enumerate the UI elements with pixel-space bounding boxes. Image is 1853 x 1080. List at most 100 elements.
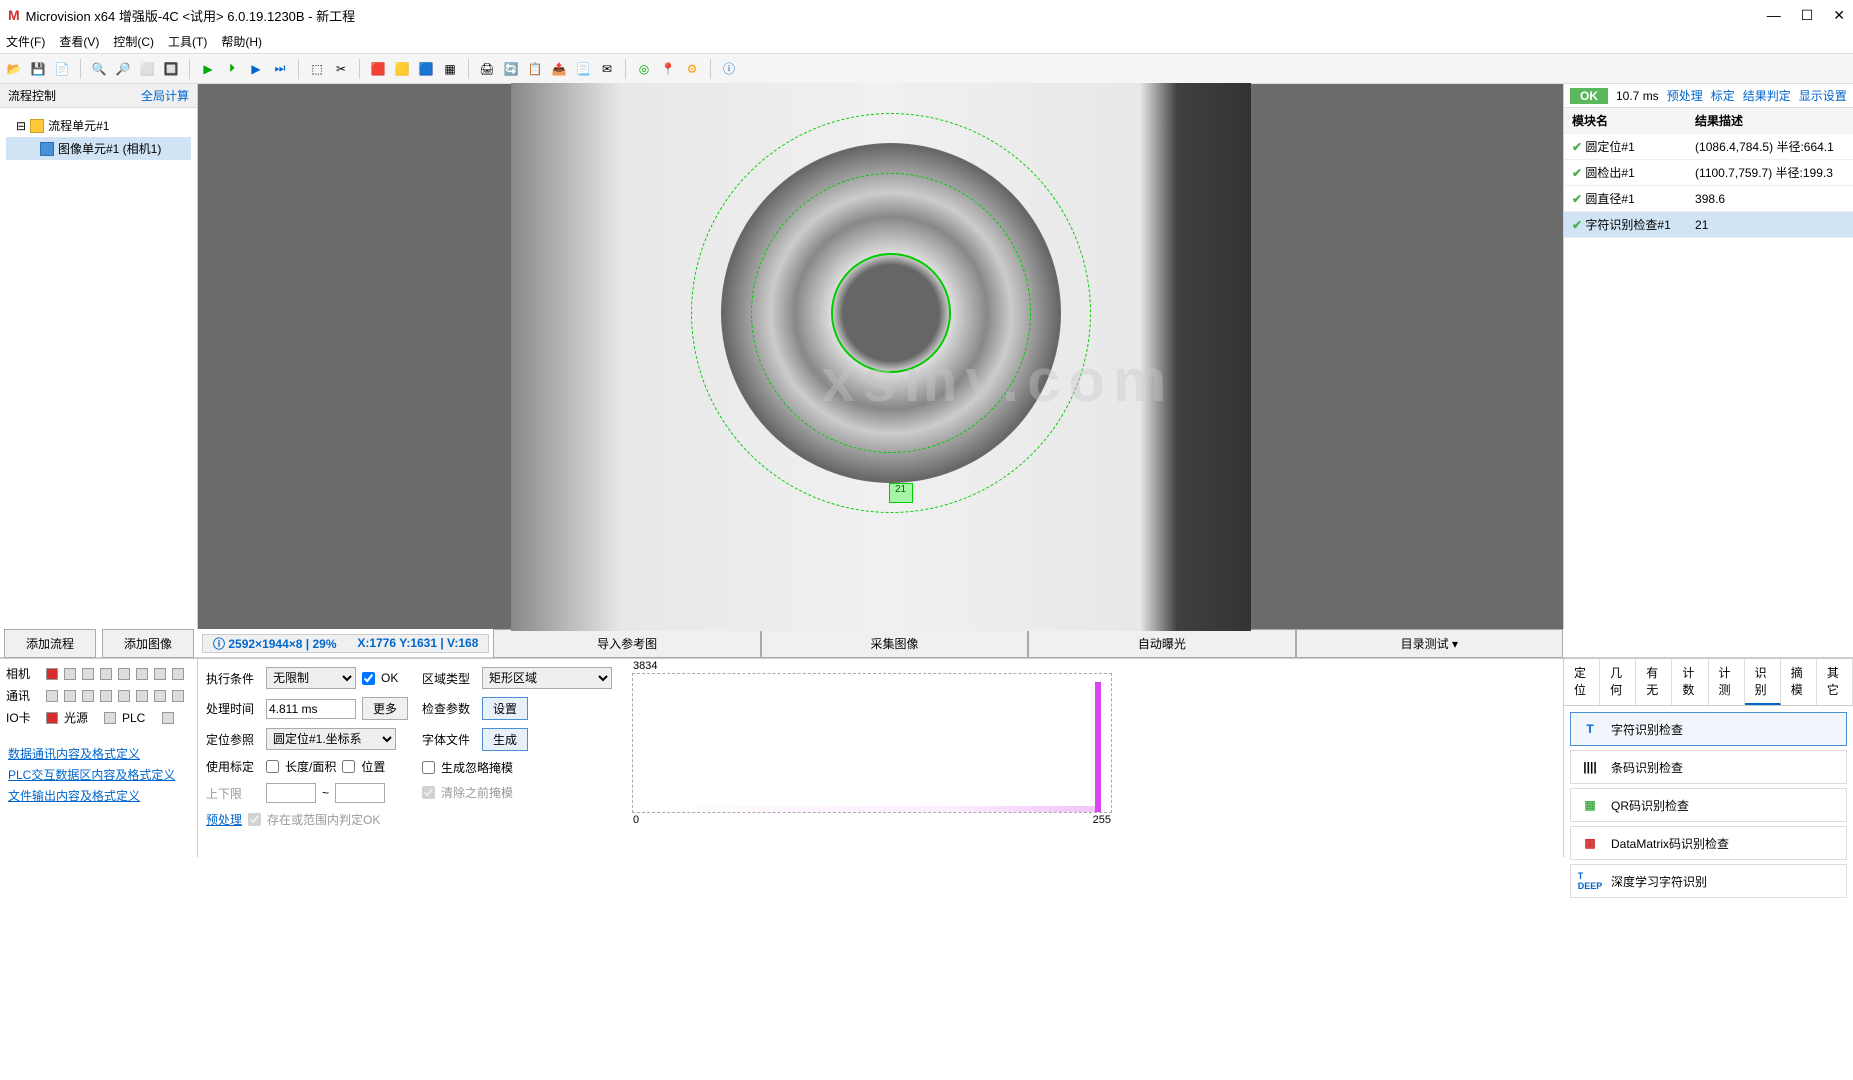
- tab-geometry[interactable]: 几何: [1600, 659, 1636, 705]
- tb-msg-icon[interactable]: ✉: [597, 59, 617, 79]
- tab-locate[interactable]: 定位: [1564, 659, 1600, 705]
- menu-control[interactable]: 控制(C): [113, 33, 154, 50]
- add-image-button[interactable]: 添加图像: [102, 629, 194, 658]
- global-calc-link[interactable]: 全局计算: [141, 87, 189, 104]
- row-desc: (1086.4,784.5) 半径:664.1: [1687, 134, 1853, 160]
- tb-pin-icon[interactable]: 📍: [658, 59, 678, 79]
- gen-button[interactable]: 生成: [482, 728, 528, 751]
- table-row[interactable]: ✔ 圆检出#1(1100.7,759.7) 半径:199.3: [1564, 160, 1853, 186]
- ok-checkbox[interactable]: [362, 672, 375, 685]
- tab-count[interactable]: 计数: [1672, 659, 1708, 705]
- tb-target-icon[interactable]: ◎: [634, 59, 654, 79]
- menu-view[interactable]: 查看(V): [59, 33, 99, 50]
- more-button[interactable]: 更多: [362, 697, 408, 720]
- tb-info-icon[interactable]: ⓘ: [719, 59, 739, 79]
- tb-refresh-icon[interactable]: 🔄: [501, 59, 521, 79]
- calibrate-link[interactable]: 标定: [1711, 87, 1735, 104]
- menu-tool[interactable]: 工具(T): [168, 33, 207, 50]
- tb-save-icon[interactable]: 💾: [28, 59, 48, 79]
- limit-low-field[interactable]: [266, 783, 316, 803]
- tb-settings-icon[interactable]: ⚙: [682, 59, 702, 79]
- tb-zoomout-icon[interactable]: 🔍: [89, 59, 109, 79]
- tab-presence[interactable]: 有无: [1636, 659, 1672, 705]
- tb-crop-icon[interactable]: ✂: [331, 59, 351, 79]
- menu-help[interactable]: 帮助(H): [221, 33, 262, 50]
- font-file-label: 字体文件: [422, 731, 476, 748]
- table-row[interactable]: ✔ 圆定位#1(1086.4,784.5) 半径:664.1: [1564, 134, 1853, 160]
- tree-root-item[interactable]: ⊟ 流程单元#1: [6, 114, 191, 137]
- minimize-button[interactable]: —: [1767, 7, 1781, 24]
- display-link[interactable]: 显示设置: [1799, 87, 1847, 104]
- tab-other[interactable]: 其它: [1817, 659, 1853, 705]
- auto-expose-button[interactable]: 自动曝光: [1028, 629, 1295, 658]
- tb-config-icon[interactable]: 📄: [52, 59, 72, 79]
- tb-color3-icon[interactable]: 🟦: [416, 59, 436, 79]
- tb-color2-icon[interactable]: 🟨: [392, 59, 412, 79]
- tb-print-icon[interactable]: 🖨: [477, 59, 497, 79]
- region-type-label: 区域类型: [422, 670, 476, 687]
- plc-label: PLC: [122, 711, 156, 725]
- close-button[interactable]: ✕: [1833, 7, 1845, 24]
- data-comm-link[interactable]: 数据通讯内容及格式定义: [8, 745, 189, 762]
- tb-play-icon[interactable]: ⏵: [222, 59, 242, 79]
- gen-ignore-checkbox[interactable]: [422, 761, 435, 774]
- ocr-check-item[interactable]: T字符识别检查: [1570, 712, 1847, 746]
- tb-grid-icon[interactable]: ▦: [440, 59, 460, 79]
- preprocess-link[interactable]: 预处理: [1667, 87, 1703, 104]
- camera-viewport[interactable]: xsmv.com 21: [198, 84, 1563, 629]
- tab-measure[interactable]: 计测: [1709, 659, 1745, 705]
- toolbar-sep: [625, 59, 626, 79]
- plc-data-link[interactable]: PLC交互数据区内容及格式定义: [8, 766, 189, 783]
- tb-open-icon[interactable]: 📂: [4, 59, 24, 79]
- capture-button[interactable]: 采集图像: [761, 629, 1028, 658]
- region-type-select[interactable]: 矩形区域: [482, 667, 612, 689]
- tree-child-item[interactable]: 图像单元#1 (相机1): [6, 137, 191, 160]
- barcode-check-item[interactable]: ||||条码识别检查: [1570, 750, 1847, 784]
- deep-ocr-item[interactable]: TDEEP深度学习字符识别: [1570, 864, 1847, 898]
- table-row[interactable]: ✔ 圆直径#1398.6: [1564, 186, 1853, 212]
- table-row[interactable]: ✔ 字符识别检查#121: [1564, 212, 1853, 238]
- len-area-label: 长度/面积: [285, 758, 336, 775]
- results-table: 模块名 结果描述 ✔ 圆定位#1(1086.4,784.5) 半径:664.1 …: [1564, 108, 1853, 238]
- proc-time-field[interactable]: [266, 699, 356, 719]
- tb-run-icon[interactable]: ▶: [246, 59, 266, 79]
- tb-doc-icon[interactable]: 📃: [573, 59, 593, 79]
- len-area-checkbox[interactable]: [266, 760, 279, 773]
- cursor-position: X:1776 Y:1631 | V:168: [357, 636, 478, 650]
- exec-cond-label: 执行条件: [206, 670, 260, 687]
- loc-ref-select[interactable]: 圆定位#1.坐标系: [266, 728, 396, 750]
- judge-link[interactable]: 结果判定: [1743, 87, 1791, 104]
- datamatrix-check-item[interactable]: ▩DataMatrix码识别检查: [1570, 826, 1847, 860]
- file-output-link[interactable]: 文件输出内容及格式定义: [8, 787, 189, 804]
- maximize-button[interactable]: ☐: [1801, 7, 1814, 24]
- tb-report-icon[interactable]: 📋: [525, 59, 545, 79]
- led: [162, 712, 174, 724]
- add-flow-button[interactable]: 添加流程: [4, 629, 96, 658]
- qr-check-item[interactable]: ▦QR码识别检查: [1570, 788, 1847, 822]
- limit-high-field[interactable]: [335, 783, 385, 803]
- pos-label: 位置: [361, 758, 385, 775]
- expand-icon[interactable]: ⊟: [16, 119, 26, 133]
- tb-zoom100-icon[interactable]: 🔲: [161, 59, 181, 79]
- check-param-label: 检查参数: [422, 700, 476, 717]
- tb-zoomin-icon[interactable]: 🔎: [113, 59, 133, 79]
- recog-label: 深度学习字符识别: [1611, 873, 1707, 890]
- tb-export-icon[interactable]: 📤: [549, 59, 569, 79]
- row-name: 圆定位#1: [1585, 140, 1634, 154]
- tab-template[interactable]: 摘模: [1781, 659, 1817, 705]
- preprocess-link[interactable]: 预处理: [206, 811, 242, 828]
- exec-cond-select[interactable]: 无限制: [266, 667, 356, 689]
- tb-select-icon[interactable]: ⬚: [307, 59, 327, 79]
- tb-fit-icon[interactable]: ⬜: [137, 59, 157, 79]
- menu-file[interactable]: 文件(F): [6, 33, 45, 50]
- tb-color1-icon[interactable]: 🟥: [368, 59, 388, 79]
- set-button[interactable]: 设置: [482, 697, 528, 720]
- import-ref-button[interactable]: 导入参考图: [493, 629, 760, 658]
- dir-test-button[interactable]: 目录测试 ▾: [1296, 629, 1563, 658]
- led: [46, 690, 58, 702]
- ocr-marker: 21: [889, 483, 913, 503]
- tb-next-icon[interactable]: ⏭: [270, 59, 290, 79]
- tab-recognize[interactable]: 识别: [1745, 659, 1781, 705]
- pos-checkbox[interactable]: [342, 760, 355, 773]
- tb-step-icon[interactable]: ▶: [198, 59, 218, 79]
